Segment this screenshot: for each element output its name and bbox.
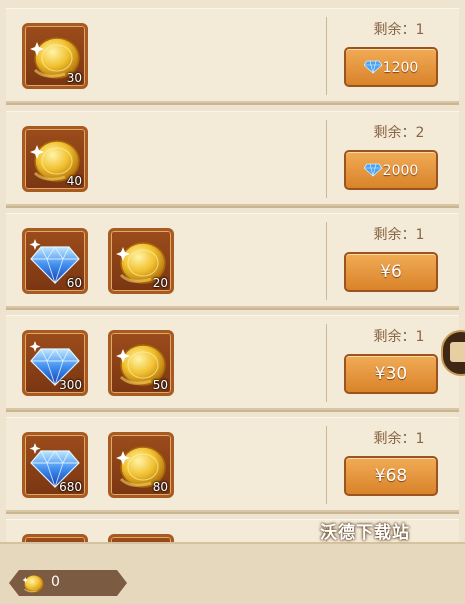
item-slot[interactable] [22, 534, 88, 542]
remaining-count: 剩余：1 [373, 227, 425, 243]
buy-button[interactable]: ¥68 [344, 456, 438, 496]
item-slot[interactable]: 40 [22, 126, 88, 192]
item-quantity: 60 [66, 276, 82, 290]
pack-row: 680 80 剩余：1 ¥68 [6, 417, 459, 512]
pack-row: 40 剩余：2 2000 [6, 111, 459, 206]
item-quantity: 300 [59, 378, 82, 392]
row-divider [326, 426, 327, 504]
item-quantity: 30 [66, 71, 82, 85]
gem-icon [363, 60, 382, 74]
item-slot[interactable]: 80 [108, 432, 174, 498]
buy-button[interactable]: ¥30 [344, 354, 438, 394]
buy-button[interactable]: 2000 [344, 150, 438, 190]
item-slot[interactable]: 50 [108, 330, 174, 396]
shop-pack-list[interactable]: 30 剩余：1 1200 40 剩余：2 2000 60 20 剩余：1 ¥6 … [0, 0, 465, 542]
price-label: 2000 [382, 163, 419, 179]
item-slot[interactable] [108, 534, 174, 542]
gem-icon [363, 163, 382, 177]
item-slot[interactable]: 60 [22, 228, 88, 294]
remaining-count: 剩余：1 [373, 22, 425, 38]
buy-button[interactable]: ¥6 [344, 252, 438, 292]
item-slot[interactable]: 300 [22, 330, 88, 396]
gold-moon-coin-icon [22, 574, 44, 593]
scroll-icon [450, 342, 465, 362]
watermark: 沃德下载站 [320, 523, 410, 543]
pack-row: 30 剩余：1 1200 [6, 8, 459, 103]
row-divider [326, 324, 327, 402]
row-divider [326, 120, 327, 198]
item-slot[interactable]: 680 [22, 432, 88, 498]
balance-amount: 0 [51, 574, 60, 590]
item-slot[interactable]: 20 [108, 228, 174, 294]
item-slot[interactable]: 30 [22, 23, 88, 89]
item-quantity: 80 [152, 480, 168, 494]
remaining-count: 剩余：1 [373, 329, 425, 345]
item-quantity: 50 [152, 378, 168, 392]
footer-bar: 0 [0, 542, 465, 604]
item-quantity: 40 [66, 174, 82, 188]
item-quantity: 680 [59, 480, 82, 494]
remaining-count: 剩余：1 [373, 431, 425, 447]
buy-button[interactable]: 1200 [344, 47, 438, 87]
row-divider [326, 17, 327, 95]
price-label: 1200 [382, 60, 419, 76]
row-divider [326, 222, 327, 300]
pack-row: 60 20 剩余：1 ¥6 [6, 213, 459, 308]
remaining-count: 剩余：2 [373, 125, 425, 141]
item-quantity: 20 [152, 276, 168, 290]
pack-row: 300 50 剩余：1 ¥30 [6, 315, 459, 410]
currency-balance: 0 [9, 570, 127, 596]
